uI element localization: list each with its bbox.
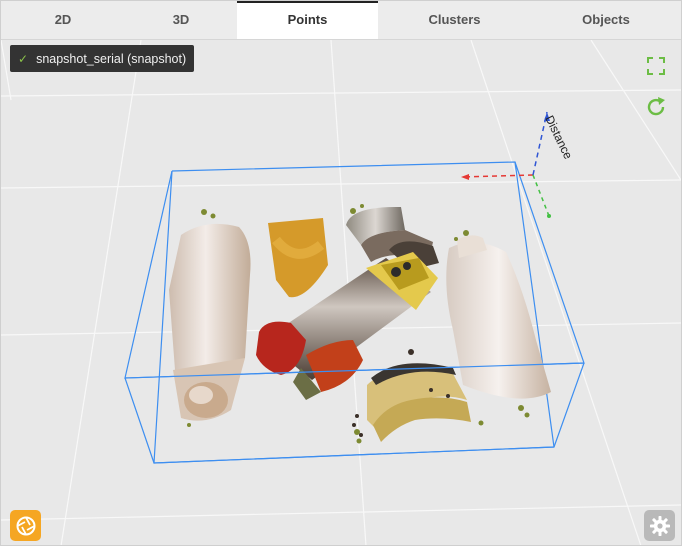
camera-shutter-icon [16, 516, 35, 535]
point-cloud-viewer: 2D 3D Points Clusters Objects Distance ✓… [0, 0, 682, 546]
tab-3d[interactable]: 3D [125, 1, 237, 39]
snapshot-label: snapshot_serial (snapshot) [36, 51, 187, 66]
refresh-icon [647, 97, 665, 116]
tab-points[interactable]: Points [237, 1, 378, 39]
refresh-button[interactable] [644, 95, 668, 119]
tab-2d[interactable]: 2D [1, 1, 125, 39]
snapshot-indicator[interactable]: ✓ snapshot_serial (snapshot) [10, 45, 195, 72]
axis-gizmo [460, 111, 551, 218]
gear-icon [649, 515, 670, 536]
tab-objects[interactable]: Objects [531, 1, 681, 39]
point-cloud [169, 204, 551, 444]
capture-button[interactable] [10, 510, 41, 541]
3d-viewport[interactable]: Distance [1, 40, 681, 546]
scene-canvas[interactable]: Distance [1, 40, 681, 546]
settings-button[interactable] [644, 510, 675, 541]
axis-distance-label: Distance [542, 113, 575, 161]
view-tab-bar: 2D 3D Points Clusters Objects [1, 1, 681, 40]
check-icon: ✓ [18, 51, 29, 66]
tab-clusters[interactable]: Clusters [378, 1, 531, 39]
fullscreen-button[interactable] [645, 55, 667, 77]
fullscreen-icon [647, 57, 665, 75]
